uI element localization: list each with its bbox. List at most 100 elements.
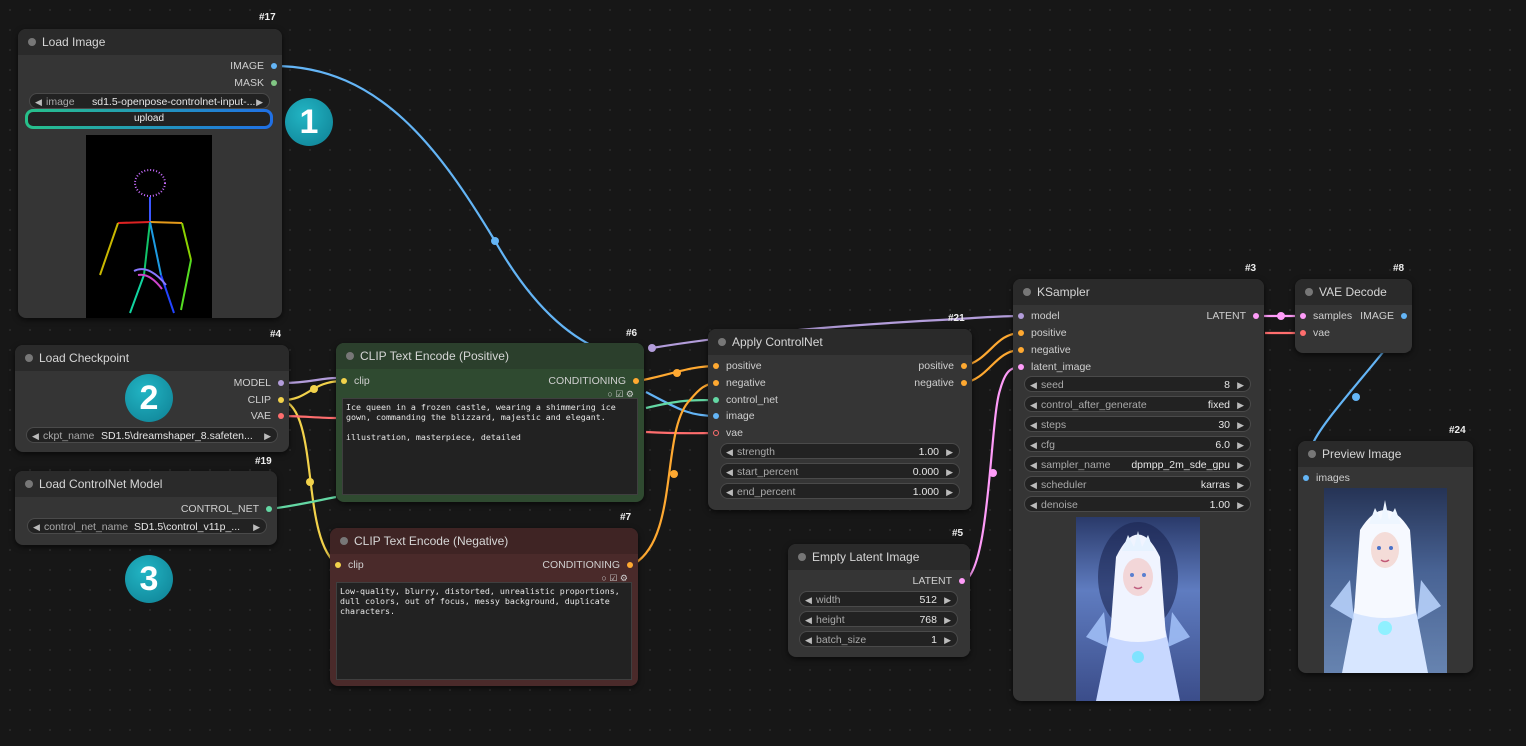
arrow-left-icon[interactable]: ◀ <box>805 612 812 628</box>
load-image-node[interactable]: Load Image IMAGE MASK ◀ image sd1.5-open… <box>18 29 282 318</box>
port-dot[interactable] <box>271 63 277 69</box>
output-model[interactable]: MODEL <box>234 376 285 390</box>
arrow-right-icon[interactable]: ▶ <box>1237 477 1244 493</box>
steps-widget[interactable]: ◀ steps 30 ▶ <box>1024 416 1251 432</box>
arrow-right-icon[interactable]: ▶ <box>1237 497 1244 513</box>
arrow-right-icon[interactable]: ▶ <box>253 519 260 535</box>
port-dot[interactable] <box>1300 313 1306 319</box>
port-dot[interactable] <box>266 506 272 512</box>
port-dot[interactable] <box>278 380 284 386</box>
input-latent-image[interactable]: latent_image <box>1017 360 1091 374</box>
arrow-left-icon[interactable]: ◀ <box>1030 377 1037 393</box>
denoise-widget[interactable]: ◀ denoise 1.00 ▶ <box>1024 496 1251 512</box>
arrow-right-icon[interactable]: ▶ <box>944 632 951 648</box>
input-negative[interactable]: negative <box>712 376 766 390</box>
node-title[interactable]: Load ControlNet Model <box>15 471 277 497</box>
empty-latent-image-node[interactable]: Empty Latent Image LATENT ◀ width 512 ▶ … <box>788 544 970 657</box>
port-dot[interactable] <box>278 413 284 419</box>
arrow-right-icon[interactable]: ▶ <box>1237 417 1244 433</box>
output-latent[interactable]: LATENT <box>913 574 966 588</box>
port-dot[interactable] <box>961 363 967 369</box>
arrow-left-icon[interactable]: ◀ <box>1030 417 1037 433</box>
control-net-name-select[interactable]: ◀ control_net_name SD1.5\control_v11p_..… <box>27 518 267 534</box>
port-dot[interactable] <box>713 363 719 369</box>
output-conditioning[interactable]: CONDITIONING <box>542 558 634 572</box>
port-dot[interactable] <box>1018 364 1024 370</box>
arrow-right-icon[interactable]: ▶ <box>944 612 951 628</box>
arrow-left-icon[interactable]: ◀ <box>33 519 40 535</box>
input-samples[interactable]: samples <box>1299 309 1352 323</box>
arrow-left-icon[interactable]: ◀ <box>1030 397 1037 413</box>
cfg-widget[interactable]: ◀ cfg 6.0 ▶ <box>1024 436 1251 452</box>
apply-controlnet-node[interactable]: Apply ControlNet positive negative contr… <box>708 329 972 510</box>
node-title[interactable]: CLIP Text Encode (Negative) <box>330 528 638 554</box>
node-title[interactable]: KSampler <box>1013 279 1264 305</box>
arrow-left-icon[interactable]: ◀ <box>32 428 39 444</box>
node-title[interactable]: Preview Image <box>1298 441 1473 467</box>
arrow-right-icon[interactable]: ▶ <box>946 444 953 460</box>
input-images[interactable]: images <box>1302 471 1350 485</box>
port-dot[interactable] <box>278 397 284 403</box>
prompt-textarea[interactable]: Ice queen in a frozen castle, wearing a … <box>342 398 638 495</box>
node-title[interactable]: CLIP Text Encode (Positive) <box>336 343 644 369</box>
output-vae[interactable]: VAE <box>251 409 285 423</box>
batch-size-widget[interactable]: ◀ batch_size 1 ▶ <box>799 631 958 647</box>
scheduler-widget[interactable]: ◀ scheduler karras ▶ <box>1024 476 1251 492</box>
node-title[interactable]: Apply ControlNet <box>708 329 972 355</box>
arrow-left-icon[interactable]: ◀ <box>726 444 733 460</box>
sampler-name-widget[interactable]: ◀ sampler_name dpmpp_2m_sde_gpu ▶ <box>1024 456 1251 472</box>
height-widget[interactable]: ◀ height 768 ▶ <box>799 611 958 627</box>
control-after-generate-widget[interactable]: ◀ control_after_generate fixed ▶ <box>1024 396 1251 412</box>
arrow-left-icon[interactable]: ◀ <box>805 592 812 608</box>
arrow-right-icon[interactable]: ▶ <box>1237 397 1244 413</box>
output-negative[interactable]: negative <box>914 376 968 390</box>
node-title[interactable]: VAE Decode <box>1295 279 1412 305</box>
output-image[interactable]: IMAGE <box>230 59 278 73</box>
input-vae[interactable]: vae <box>712 426 743 440</box>
port-dot[interactable] <box>713 430 719 436</box>
port-dot[interactable] <box>713 397 719 403</box>
ckpt-name-select[interactable]: ◀ ckpt_name SD1.5\dreamshaper_8.safeten.… <box>26 427 278 443</box>
port-dot[interactable] <box>961 380 967 386</box>
port-dot[interactable] <box>1253 313 1259 319</box>
arrow-left-icon[interactable]: ◀ <box>726 464 733 480</box>
arrow-right-icon[interactable]: ▶ <box>256 94 263 110</box>
input-control-net[interactable]: control_net <box>712 393 778 407</box>
arrow-right-icon[interactable]: ▶ <box>1237 437 1244 453</box>
port-dot[interactable] <box>627 562 633 568</box>
port-dot[interactable] <box>271 80 277 86</box>
output-positive[interactable]: positive <box>918 359 968 373</box>
arrow-right-icon[interactable]: ▶ <box>264 428 271 444</box>
input-model[interactable]: model <box>1017 309 1060 323</box>
output-mask[interactable]: MASK <box>234 76 278 90</box>
port-dot[interactable] <box>1303 475 1309 481</box>
strength-widget[interactable]: ◀ strength 1.00 ▶ <box>720 443 960 459</box>
input-positive[interactable]: positive <box>712 359 762 373</box>
port-dot[interactable] <box>959 578 965 584</box>
output-clip[interactable]: CLIP <box>248 393 285 407</box>
ksampler-node[interactable]: KSampler model positive negative latent_… <box>1013 279 1264 701</box>
input-positive[interactable]: positive <box>1017 326 1067 340</box>
port-dot[interactable] <box>1018 313 1024 319</box>
output-conditioning[interactable]: CONDITIONING <box>548 374 640 388</box>
prompt-textarea[interactable]: Low-quality, blurry, distorted, unrealis… <box>336 582 632 680</box>
arrow-left-icon[interactable]: ◀ <box>35 94 42 110</box>
seed-widget[interactable]: ◀ seed 8 ▶ <box>1024 376 1251 392</box>
port-dot[interactable] <box>1401 313 1407 319</box>
node-title[interactable]: Load Checkpoint <box>15 345 289 371</box>
load-controlnet-node[interactable]: Load ControlNet Model CONTROL_NET ◀ cont… <box>15 471 277 545</box>
arrow-left-icon[interactable]: ◀ <box>726 484 733 500</box>
preview-image-node[interactable]: Preview Image images <box>1298 441 1473 673</box>
port-dot[interactable] <box>1018 330 1024 336</box>
arrow-left-icon[interactable]: ◀ <box>1030 477 1037 493</box>
port-dot[interactable] <box>713 380 719 386</box>
clip-text-encode-positive-node[interactable]: CLIP Text Encode (Positive) clip CONDITI… <box>336 343 644 502</box>
port-dot[interactable] <box>633 378 639 384</box>
output-latent[interactable]: LATENT <box>1207 309 1260 323</box>
arrow-right-icon[interactable]: ▶ <box>1237 377 1244 393</box>
arrow-left-icon[interactable]: ◀ <box>1030 497 1037 513</box>
arrow-left-icon[interactable]: ◀ <box>1030 457 1037 473</box>
port-dot[interactable] <box>335 562 341 568</box>
arrow-left-icon[interactable]: ◀ <box>805 632 812 648</box>
arrow-right-icon[interactable]: ▶ <box>946 464 953 480</box>
